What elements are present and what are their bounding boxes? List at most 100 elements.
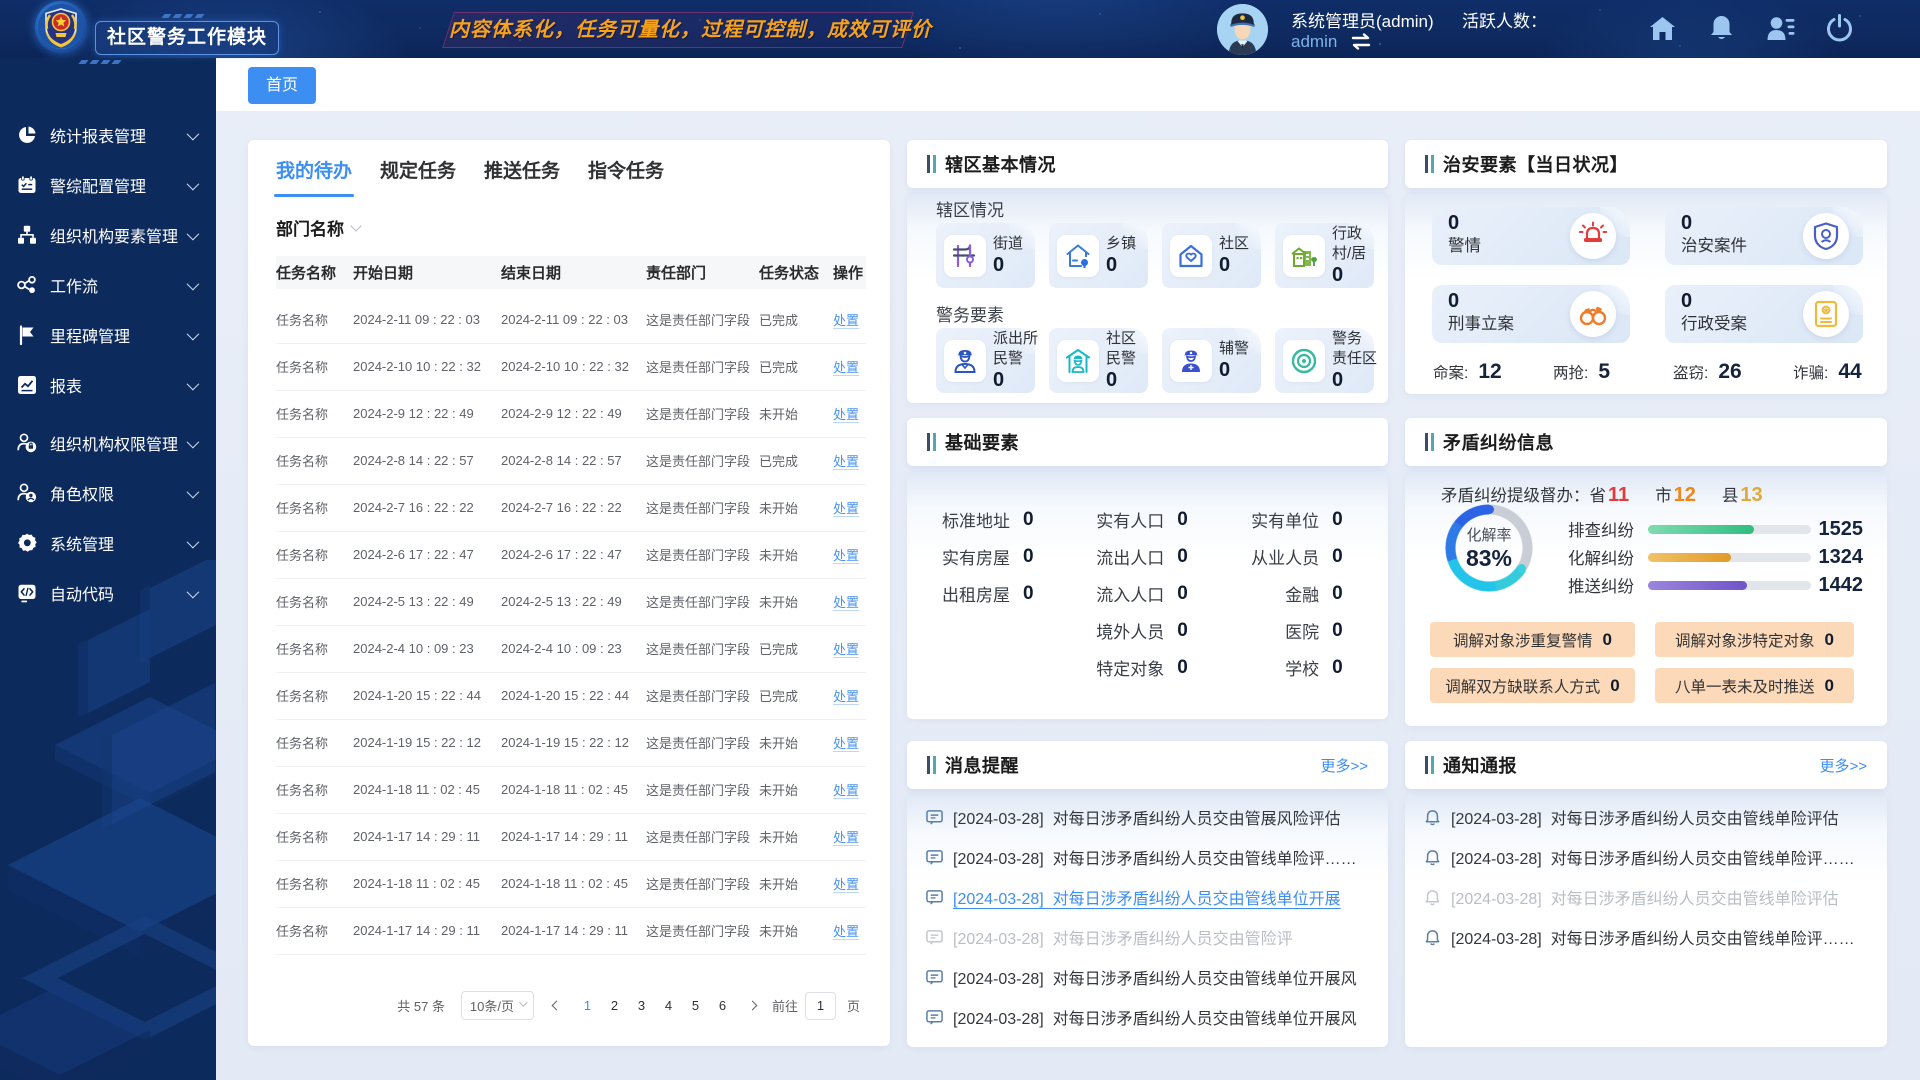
column-header: 结束日期 (501, 256, 646, 289)
tab-home[interactable]: 首页 (248, 67, 316, 104)
dispose-link[interactable]: 处置 (833, 501, 859, 516)
sidebar-item[interactable]: 组织机构权限管理 (0, 418, 216, 468)
message-text: [2024-03-28] 对每日涉矛盾纠纷人员交由管线单险评估 (1451, 885, 1839, 909)
sidebar-item[interactable]: 里程碑管理 (0, 310, 216, 360)
message-item[interactable]: [2024-03-28] 对每日涉矛盾纠纷人员交由管线单位开展 (926, 877, 1370, 917)
crime-stat: 诈骗:44 (1793, 360, 1862, 384)
page-number[interactable]: 4 (655, 992, 682, 1020)
group-label: 警务要素 (936, 306, 1388, 325)
sidebar-item-label: 组织机构要素管理 (50, 223, 187, 247)
tile-value: 0 (1219, 254, 1230, 276)
dispose-link[interactable]: 处置 (833, 736, 859, 751)
tile-label: 村/居 (1332, 244, 1366, 264)
dispose-link[interactable]: 处置 (833, 313, 859, 328)
security-tile[interactable]: 0 治安案件 (1665, 207, 1863, 265)
dispose-link[interactable]: 处置 (833, 642, 859, 657)
stat-tile[interactable]: 街道0 (936, 223, 1035, 288)
sidebar-item[interactable]: 警综配置管理 (0, 160, 216, 210)
message-item[interactable]: [2024-03-28] 对每日涉矛盾纠纷人员交由管线单位开展风 (926, 957, 1370, 997)
panel-title: 消息提醒 (945, 752, 1019, 778)
sidebar-item[interactable]: 组织机构要素管理 (0, 210, 216, 260)
stat-tile[interactable]: 派出所民警0 (936, 328, 1035, 393)
message-item[interactable]: [2024-03-28] 对每日涉矛盾纠纷人员交由管线单位开展风 (926, 997, 1370, 1037)
page-number[interactable]: 2 (601, 992, 628, 1020)
level-prov-label: 省 (1590, 482, 1607, 506)
contacts-icon[interactable] (1766, 14, 1795, 43)
dispute-stat-button[interactable]: 调解对象涉重复警情0 (1430, 622, 1635, 657)
police-officer-icon (944, 340, 986, 382)
page-number[interactable]: 3 (628, 992, 655, 1020)
dispose-link[interactable]: 处置 (833, 454, 859, 469)
bell-icon[interactable] (1707, 14, 1736, 43)
security-tile[interactable]: 0 刑事立案 (1432, 285, 1630, 343)
dispose-link[interactable]: 处置 (833, 360, 859, 375)
security-tile[interactable]: 0 警情 (1432, 207, 1630, 265)
todo-tab[interactable]: 规定任务 (380, 156, 456, 197)
table-row: 任务名称2024-1-20 15 : 22 : 442024-1-20 15 :… (276, 672, 866, 719)
sidebar-item[interactable]: 自动代码 (0, 568, 216, 618)
goto-label: 前往 (772, 996, 798, 1015)
level-city-label: 市 (1655, 482, 1672, 506)
dispose-link[interactable]: 处置 (833, 877, 859, 892)
stat-tile[interactable]: 社区民警0 (1049, 328, 1148, 393)
stat-tile[interactable]: 行政村/居0 (1275, 223, 1374, 288)
message-item[interactable]: [2024-03-28] 对每日涉矛盾纠纷人员交由管展风险评估 (926, 797, 1370, 837)
page-size-select[interactable]: 10条/页 (461, 991, 534, 1020)
road-icon (944, 235, 986, 277)
stat-tile[interactable]: 乡镇0 (1049, 223, 1148, 288)
message-item[interactable]: [2024-03-28] 对每日涉矛盾纠纷人员交由管线单险评…… (926, 837, 1370, 877)
stat-tile[interactable]: 警务责任区0 (1275, 328, 1374, 393)
dispute-stat-button[interactable]: 调解对象涉特定对象0 (1655, 622, 1854, 657)
sidebar-item[interactable]: 报表 (0, 360, 216, 410)
dispose-link[interactable]: 处置 (833, 830, 859, 845)
user-role-label: 系统管理员(admin) (1291, 7, 1434, 32)
todo-tab[interactable]: 指令任务 (588, 156, 664, 197)
escalate-label: 矛盾纠纷提级督办： (1441, 482, 1590, 506)
star-field (0, 0, 1920, 58)
page-number[interactable]: 1 (574, 992, 601, 1020)
switch-user-icon[interactable] (1348, 33, 1374, 51)
page-number[interactable]: 6 (709, 992, 736, 1020)
panel-title: 基础要素 (945, 429, 1019, 455)
home-icon[interactable] (1648, 14, 1677, 43)
message-item[interactable]: [2024-03-28] 对每日涉矛盾纠纷人员交由管线单险评估 (1424, 797, 1869, 837)
avatar[interactable] (1217, 4, 1268, 55)
tile-label: 派出所 (993, 329, 1038, 349)
security-tile[interactable]: 0 行政受案 (1665, 285, 1863, 343)
page-number[interactable]: 5 (682, 992, 709, 1020)
message-item[interactable]: [2024-03-28] 对每日涉矛盾纠纷人员交由管线单险评…… (1424, 917, 1869, 957)
dispose-link[interactable]: 处置 (833, 548, 859, 563)
stat-tile[interactable]: 社区0 (1162, 223, 1261, 288)
sidebar-item[interactable]: 工作流 (0, 260, 216, 310)
more-link[interactable]: 更多>> (1320, 755, 1368, 776)
message-item[interactable]: [2024-03-28] 对每日涉矛盾纠纷人员交由管险评 (926, 917, 1370, 957)
sidebar-item[interactable]: 统计报表管理 (0, 110, 216, 160)
dispose-link[interactable]: 处置 (833, 689, 859, 704)
sidebar-item[interactable]: 系统管理 (0, 518, 216, 568)
dispose-link[interactable]: 处置 (833, 783, 859, 798)
message-item[interactable]: [2024-03-28] 对每日涉矛盾纠纷人员交由管线单险评…… (1424, 837, 1869, 877)
prev-page-button[interactable] (546, 992, 568, 1020)
todo-tab[interactable]: 推送任务 (484, 156, 560, 197)
pie-chart-icon (17, 125, 37, 145)
column-header: 开始日期 (353, 256, 501, 289)
sidebar-item[interactable]: 角色权限 (0, 468, 216, 518)
dispose-link[interactable]: 处置 (833, 407, 859, 422)
table-row: 任务名称2024-2-5 13 : 22 : 492024-2-5 13 : 2… (276, 578, 866, 625)
more-link[interactable]: 更多>> (1819, 755, 1867, 776)
next-page-button[interactable] (742, 992, 764, 1020)
dispose-link[interactable]: 处置 (833, 924, 859, 939)
chevron-down-icon[interactable] (350, 220, 361, 231)
dispose-link[interactable]: 处置 (833, 595, 859, 610)
username-link[interactable]: admin (1291, 32, 1337, 52)
dept-filter-label: 部门名称 (276, 215, 344, 240)
todo-tab[interactable]: 我的待办 (276, 156, 352, 197)
goto-page-input[interactable]: 1 (805, 992, 836, 1020)
dispute-stat-button[interactable]: 调解双方缺联系人方式0 (1430, 668, 1635, 703)
police-badge-logo (37, 3, 85, 51)
stat-tile[interactable]: 辅警0 (1162, 328, 1261, 393)
message-item[interactable]: [2024-03-28] 对每日涉矛盾纠纷人员交由管线单险评估 (1424, 877, 1869, 917)
power-icon[interactable] (1825, 14, 1854, 43)
dispute-stat-button[interactable]: 八单一表未及时推送0 (1655, 668, 1854, 703)
panel-title: 通知通报 (1443, 752, 1517, 778)
